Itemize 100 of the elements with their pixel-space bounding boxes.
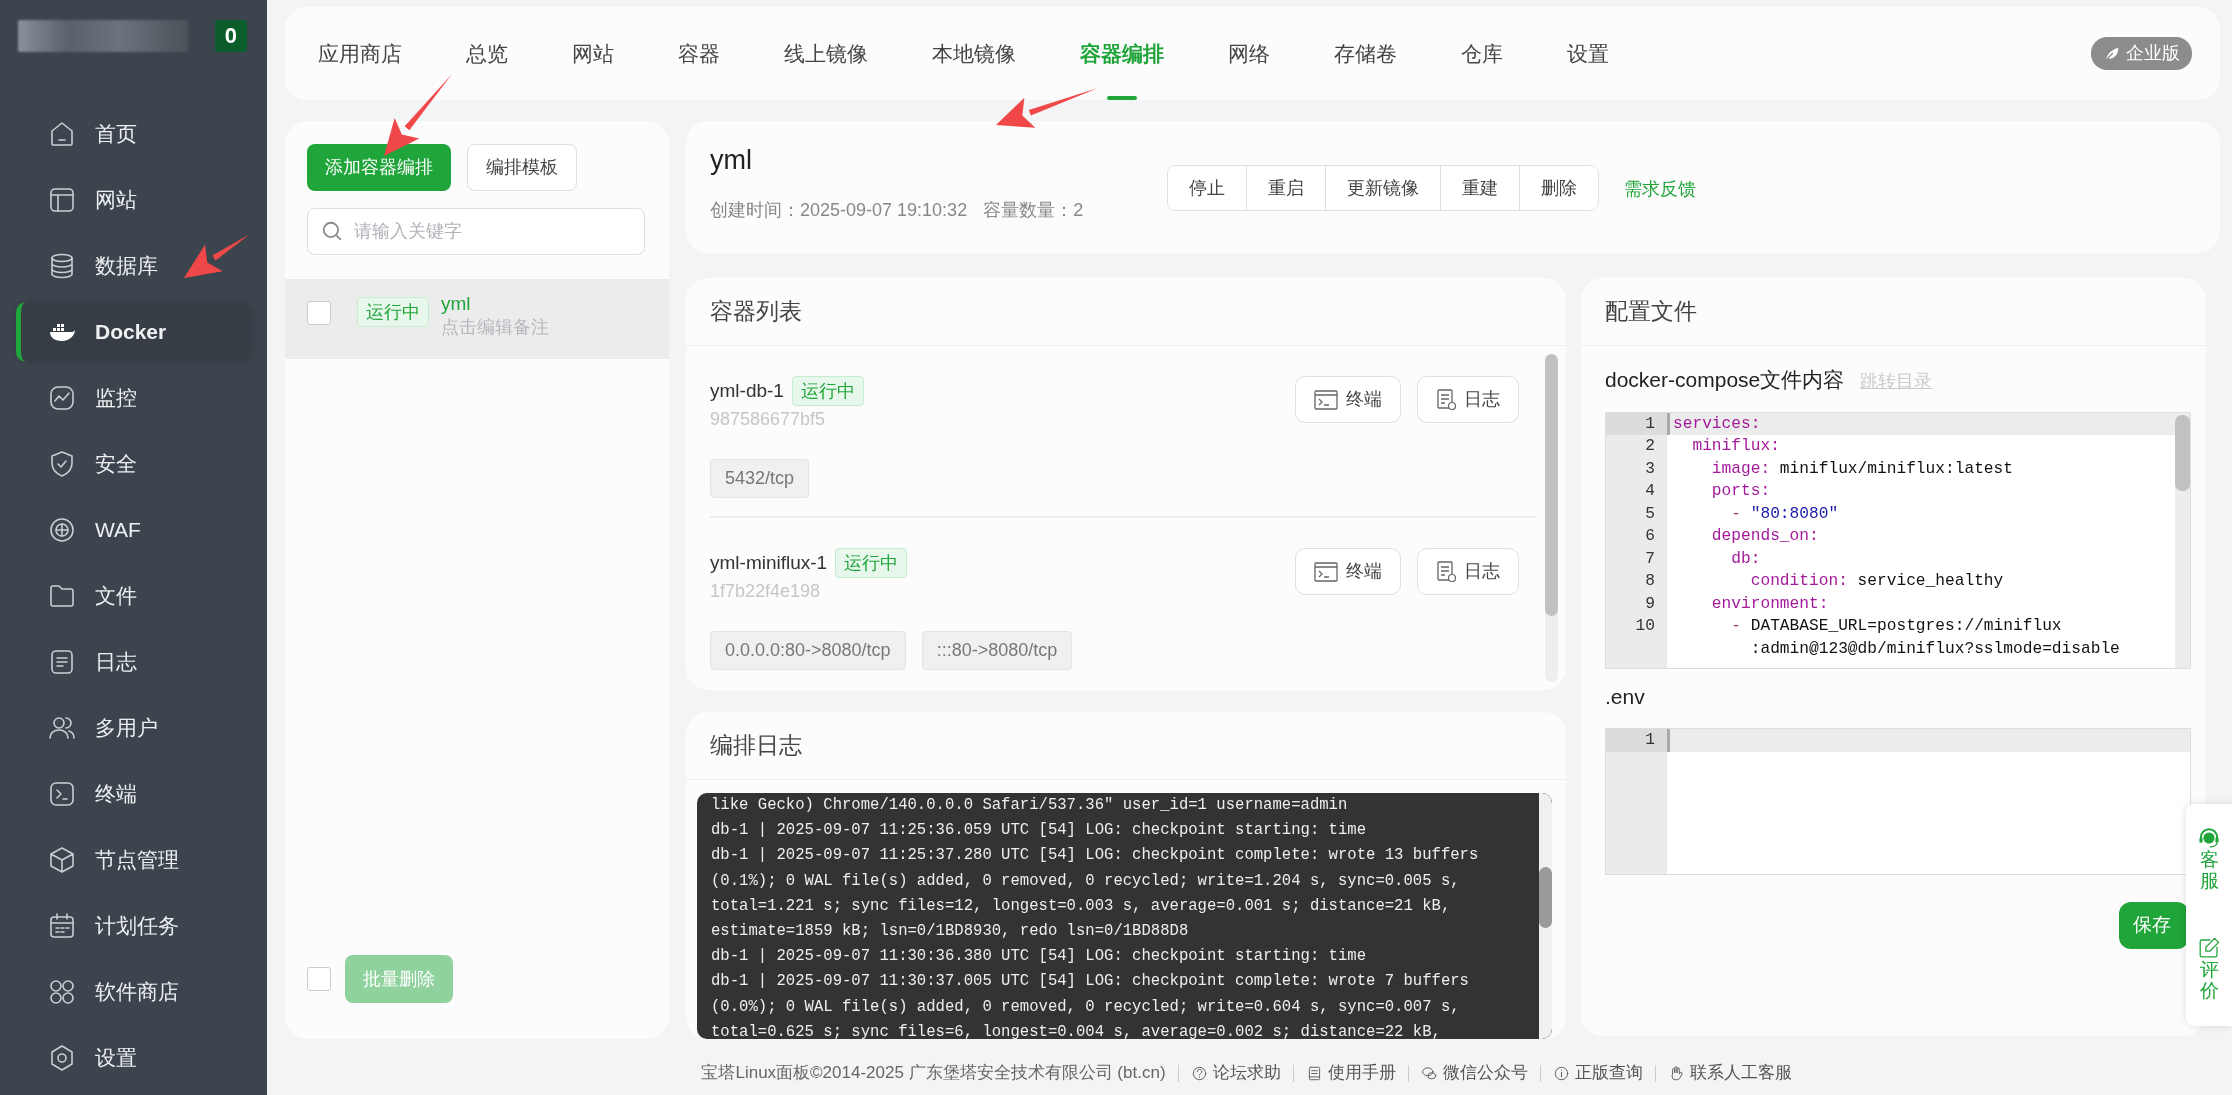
document-icon <box>1436 560 1456 583</box>
code-line: miniflux: <box>1691 436 1781 457</box>
checkbox[interactable] <box>307 967 331 991</box>
edit-icon <box>2197 935 2221 960</box>
status-badge: 运行中 <box>791 376 864 406</box>
compose-title: yml <box>710 144 753 177</box>
document-icon <box>1436 388 1456 411</box>
nav-tab[interactable]: 应用商店 <box>318 7 402 100</box>
notification-count[interactable]: 0 <box>214 20 247 52</box>
search-field[interactable]: 请输入关键字 <box>307 208 645 255</box>
nav-tab[interactable]: 容器 <box>678 7 720 100</box>
line-number: 4 <box>1644 481 1656 502</box>
container-name: yml-miniflux-1 <box>710 550 828 575</box>
log-line: db-1 | 2025-09-07 11:25:36.059 UTC [54] LOG: checkpoint starting: time <box>711 820 1368 842</box>
nav-tab[interactable]: 存储卷 <box>1334 7 1397 100</box>
code-line: db: <box>1730 548 1762 570</box>
sidebar-item[interactable]: 软件商店 <box>16 962 251 1022</box>
footer-link[interactable]: 论坛求助 <box>1177 1064 1293 1082</box>
section-label: docker-compose文件内容 <box>1605 367 1845 393</box>
sidebar-item[interactable]: 网站 <box>16 170 251 230</box>
line-number: 10 <box>1634 616 1656 637</box>
code-editor[interactable] <box>1605 411 2191 669</box>
line-number: 9 <box>1644 593 1656 615</box>
code-line: ports: <box>1710 481 1772 502</box>
nav-tab[interactable]: 线上镜像 <box>784 7 868 100</box>
cube-icon <box>47 845 77 875</box>
sidebar-item[interactable]: WAF <box>16 500 251 560</box>
sidebar-item[interactable]: 设置 <box>16 1028 251 1088</box>
line-number: 2 <box>1644 436 1656 457</box>
line-number: 5 <box>1644 503 1656 525</box>
port-tag: 5432/tcp <box>710 459 810 498</box>
sidebar-item[interactable]: 文件 <box>16 566 251 626</box>
sidebar-item[interactable]: 终端 <box>16 764 251 824</box>
terminal-button[interactable]: 终端 <box>1295 376 1401 423</box>
port-tag: :::80->8080/tcp <box>921 631 1073 670</box>
status-badge: 运行中 <box>835 548 908 578</box>
terminal-button[interactable]: 终端 <box>1295 548 1401 595</box>
log-button[interactable]: 日志 <box>1417 376 1519 423</box>
globe-icon <box>47 515 77 545</box>
scrollbar[interactable] <box>2175 412 2190 668</box>
footer-link[interactable]: 联系人工客服 <box>1654 1064 1804 1082</box>
sidebar-item[interactable]: 监控 <box>16 368 251 428</box>
nav-tab[interactable]: 仓库 <box>1461 7 1503 100</box>
nav-tab[interactable]: 网络 <box>1228 7 1270 100</box>
card-title: 编排日志 <box>686 712 1566 780</box>
chat-bubbles-icon <box>1420 1064 1438 1082</box>
container-name: yml-db-1 <box>710 378 784 403</box>
chart-icon <box>47 383 77 413</box>
created-time: 创建时间：2025-09-07 19:10:32 <box>710 199 968 222</box>
terminal-icon <box>1314 561 1338 582</box>
line-number: 1 <box>1606 729 1667 752</box>
search-icon <box>321 220 343 242</box>
line-number: 3 <box>1644 458 1656 480</box>
scrollbar[interactable] <box>1545 354 1558 682</box>
env-editor[interactable]: 1 <box>1605 728 2191 875</box>
checkbox[interactable] <box>307 301 331 325</box>
container-id: 1f7b22f4e198 <box>710 580 822 603</box>
scrollbar[interactable] <box>1539 793 1552 1039</box>
template-button[interactable]: 编排模板 <box>467 144 577 191</box>
sidebar-item[interactable]: 计划任务 <box>16 896 251 956</box>
log-line: estimate=1859 kB; lsn=0/1BD8930, redo lsn=0/1BD88D8 <box>711 921 1190 942</box>
info-icon <box>1552 1064 1570 1082</box>
footer-link[interactable]: 使用手册 <box>1292 1064 1408 1082</box>
sidebar-item[interactable]: 日志 <box>16 632 251 692</box>
line-number: 8 <box>1644 571 1656 592</box>
log-button[interactable]: 日志 <box>1417 548 1519 595</box>
log-line: db-1 | 2025-09-07 11:30:36.380 UTC [54] LOG: checkpoint starting: time <box>711 946 1368 968</box>
sidebar-item[interactable]: 数据库 <box>16 236 251 296</box>
grid-icon <box>47 977 77 1007</box>
section-label: .env <box>1605 683 1645 710</box>
sidebar-item[interactable]: 安全 <box>16 434 251 494</box>
sidebar-item[interactable]: 多用户 <box>16 698 251 758</box>
edition-label: 企业版 <box>2126 42 2180 65</box>
footer-link[interactable]: 正版查询 <box>1539 1064 1655 1082</box>
nav-tab[interactable]: 总览 <box>466 7 508 100</box>
annotation-arrow <box>184 234 250 278</box>
terminal-icon <box>47 779 77 809</box>
port-tag: 0.0.0.0:80->8080/tcp <box>710 631 906 670</box>
sidebar-item[interactable]: 首页 <box>16 104 251 164</box>
card-title: 配置文件 <box>1581 278 2206 346</box>
sidebar-item[interactable]: 节点管理 <box>16 830 251 890</box>
line-number: 6 <box>1644 526 1656 547</box>
log-line: total=0.625 s; sync files=6, longest=0.004 s, average=0.002 s; distance=22 kB, <box>711 1021 1442 1039</box>
nav-tab[interactable]: 本地镜像 <box>932 7 1016 100</box>
log-line: (0.0%); 0 WAL file(s) added, 0 removed, 0 recycled; write=0.604 s, sync=0.007 s, <box>711 996 1461 1018</box>
log-line: like Gecko) Chrome/140.0.0.0 Safari/537.36" user_id=1 username=admin <box>711 795 1349 816</box>
nav-tab[interactable]: 网站 <box>572 7 614 100</box>
action-button[interactable]: 删除 <box>1519 166 1598 210</box>
log-line: db-1 | 2025-09-07 11:25:37.280 UTC [54] LOG: checkpoint complete: wrote 13 buffers <box>711 845 1480 867</box>
footer-link[interactable]: 微信公众号 <box>1407 1064 1540 1082</box>
log-line: db-1 | 2025-09-07 11:30:37.005 UTC [54] LOG: checkpoint complete: wrote 7 buffers <box>711 971 1470 993</box>
line-number: 7 <box>1644 548 1656 570</box>
code-line: image: miniflux/miniflux:latest <box>1710 458 2014 480</box>
code-line: depends_on: <box>1710 526 1820 547</box>
nav-tab[interactable]: 设置 <box>1567 7 1609 100</box>
sidebar-item[interactable]: Docker <box>16 302 251 362</box>
container-count: 容量数量：2 <box>983 199 1084 222</box>
calendar-icon <box>47 911 77 941</box>
code-line: environment: <box>1710 593 1830 615</box>
log-line: (0.1%); 0 WAL file(s) added, 0 removed, 0 recycled; write=1.204 s, sync=0.005 s, <box>711 870 1461 892</box>
